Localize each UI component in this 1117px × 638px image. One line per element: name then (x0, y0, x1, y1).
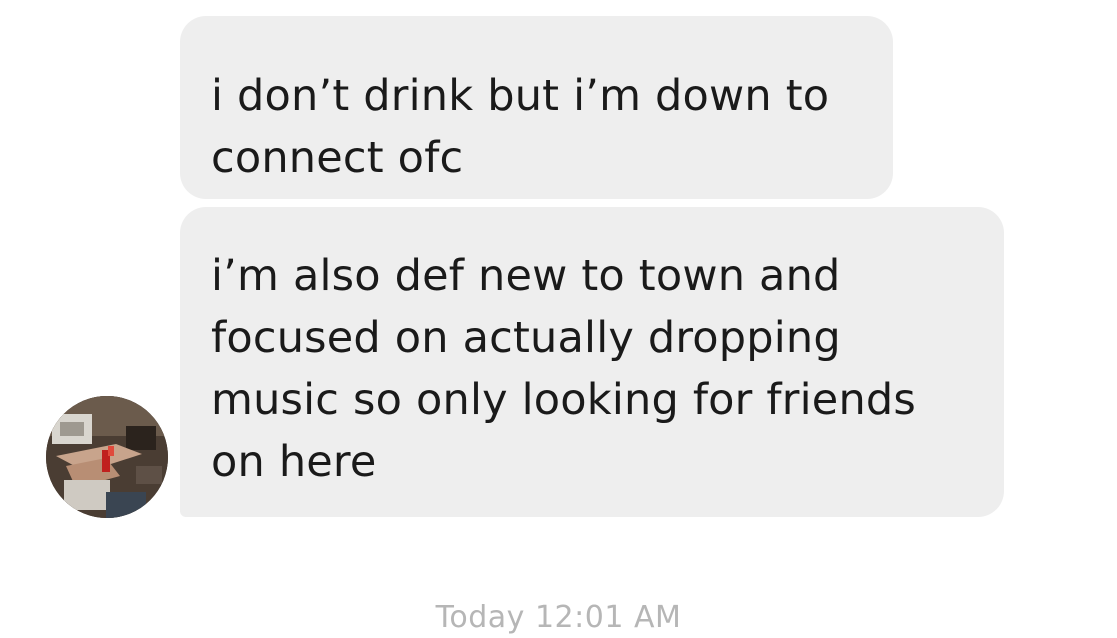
received-message-bubble[interactable]: i don’t drink but i’m down to connect of… (180, 16, 893, 199)
message-line: connect ofc (211, 133, 464, 183)
timestamp-day: Today (435, 600, 525, 635)
message-line: on here (211, 437, 377, 487)
message-line: i don’t drink but i’m down to (211, 71, 830, 121)
received-message-bubble[interactable]: i’m also def new to town and focused on … (180, 207, 1004, 517)
timestamp-time: 12:01 AM (534, 600, 682, 635)
avatar[interactable] (46, 396, 168, 518)
profile-photo-icon (46, 396, 168, 518)
message-line: i’m also def new to town and (211, 251, 841, 301)
timestamp: Today 12:01 AM (0, 598, 1117, 638)
message-line: focused on actually dropping (211, 313, 841, 363)
message-line: music so only looking for friends (211, 375, 916, 425)
